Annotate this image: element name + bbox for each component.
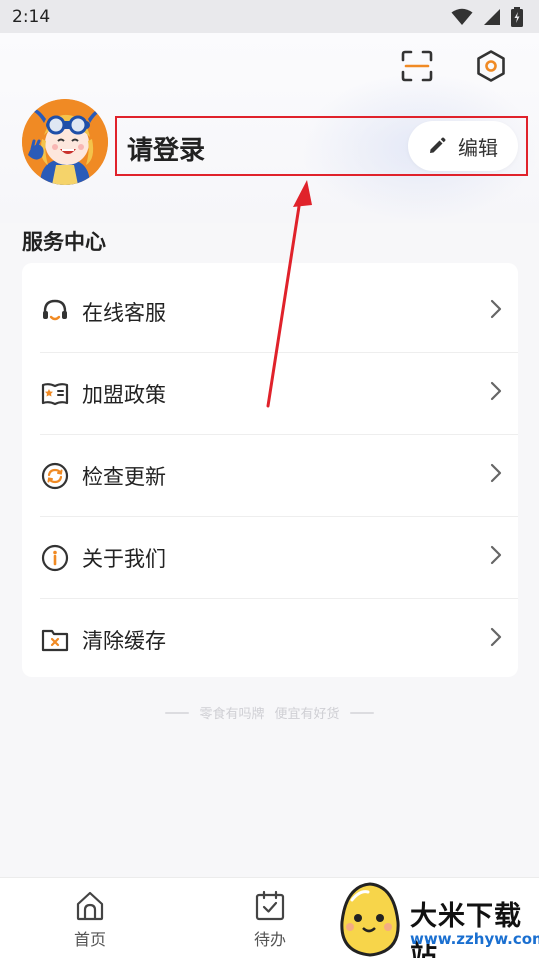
settings-button[interactable] — [473, 48, 509, 84]
scan-icon — [401, 50, 433, 82]
list-item-label: 检查更新 — [82, 465, 166, 489]
watermark-title: 大米下载站 — [410, 901, 522, 958]
tab-home[interactable]: 首页 — [50, 890, 130, 950]
chevron-right-icon — [490, 381, 502, 405]
divider — [165, 711, 190, 714]
scan-button[interactable] — [399, 48, 435, 84]
book-star-icon — [40, 379, 70, 409]
folder-clear-icon — [40, 625, 70, 655]
chevron-right-icon — [490, 463, 502, 487]
list-item-check-update[interactable]: 检查更新 — [40, 435, 518, 517]
info-icon — [40, 543, 70, 573]
signal-icon — [484, 8, 500, 25]
list-item-label: 在线客服 — [82, 301, 166, 325]
status-time: 2:14 — [12, 6, 51, 27]
service-center-title: 服务中心 — [22, 230, 106, 254]
list-item-label: 关于我们 — [82, 547, 166, 571]
headset-icon — [40, 297, 70, 327]
login-highlight-box: 请登录 编辑 — [115, 116, 528, 176]
wifi-icon — [451, 8, 473, 25]
slogan: 零食有吗牌 便宜有好货 — [0, 703, 539, 722]
mascot-avatar-icon — [22, 99, 108, 185]
list-item-franchise-policy[interactable]: 加盟政策 — [40, 353, 518, 435]
egg-mascot-icon — [340, 882, 400, 957]
divider — [349, 711, 374, 714]
edit-label: 编辑 — [458, 135, 498, 160]
list-item-about-us[interactable]: 关于我们 — [40, 517, 518, 599]
list-item-label: 加盟政策 — [82, 383, 166, 407]
tab-label: 首页 — [73, 930, 106, 949]
battery-icon — [511, 6, 523, 27]
list-item-clear-cache[interactable]: 清除缓存 — [40, 599, 518, 681]
tab-todo[interactable]: 待办 — [230, 890, 310, 950]
home-icon — [76, 891, 104, 921]
slogan-left: 零食有吗牌 — [199, 707, 265, 722]
edit-profile-button[interactable]: 编辑 — [408, 121, 518, 171]
top-actions — [399, 48, 509, 84]
watermark: 大米下载站 www.zzhyw.com — [330, 880, 539, 958]
avatar[interactable] — [22, 99, 108, 185]
gear-icon — [477, 50, 505, 82]
login-prompt[interactable]: 请登录 — [127, 130, 205, 167]
tab-label: 待办 — [253, 930, 286, 949]
status-bar: 2:14 — [0, 0, 539, 33]
pencil-icon — [430, 137, 446, 153]
list-item-online-service[interactable]: 在线客服 — [40, 271, 518, 353]
service-list-card: 在线客服 加盟政策 检查更新 关于我们 清除缓存 — [22, 263, 518, 677]
watermark-url: www.zzhyw.com — [410, 930, 539, 948]
slogan-right: 便宜有好货 — [274, 707, 340, 722]
chevron-right-icon — [490, 545, 502, 569]
refresh-icon — [40, 461, 70, 491]
chevron-right-icon — [490, 299, 502, 323]
calendar-check-icon — [255, 890, 285, 921]
list-item-label: 清除缓存 — [82, 629, 166, 653]
status-icons — [451, 6, 523, 27]
chevron-right-icon — [490, 627, 502, 651]
